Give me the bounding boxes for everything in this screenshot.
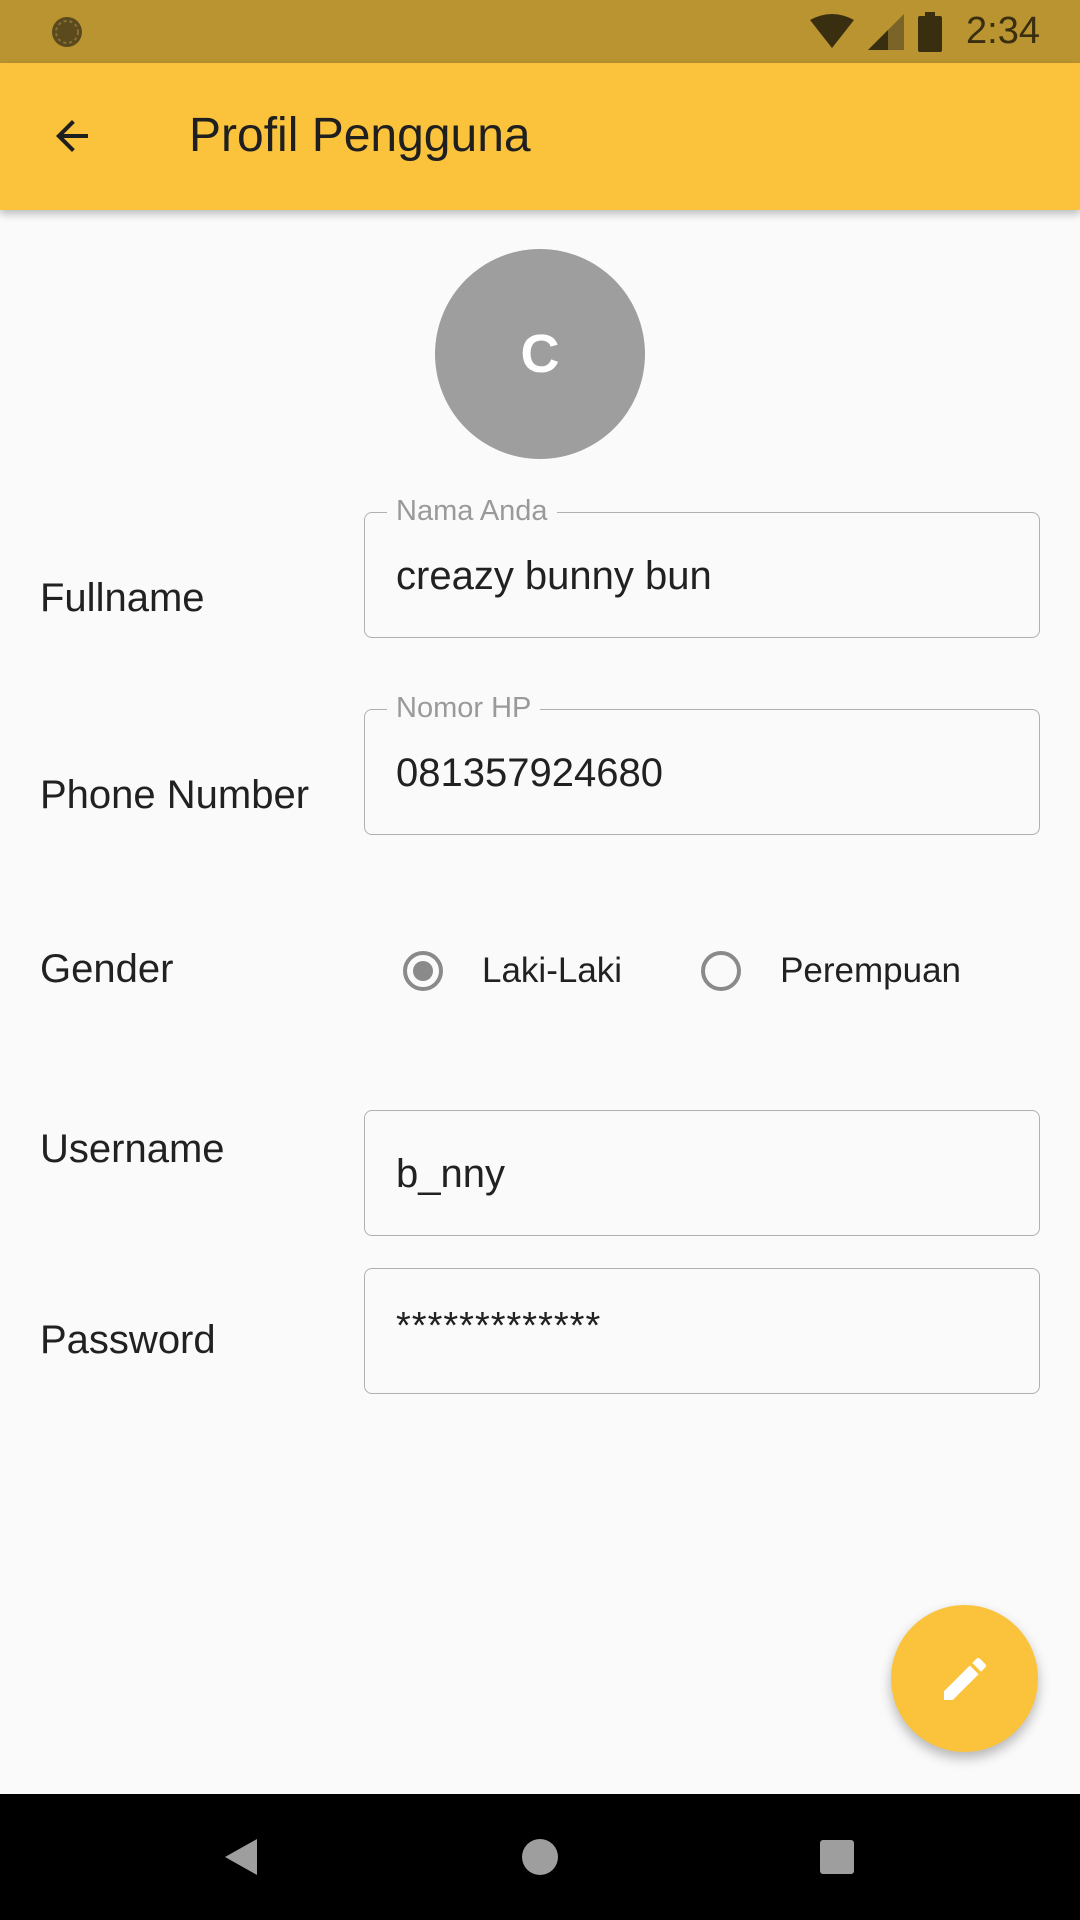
gender-radio-group: Laki-Laki Perempuan	[403, 943, 961, 999]
edit-fab-button[interactable]	[891, 1605, 1038, 1752]
nav-recents-icon	[820, 1840, 854, 1874]
radio-label-laki-laki: Laki-Laki	[482, 951, 623, 990]
edit-pencil-icon	[943, 1657, 986, 1700]
sync-icon	[52, 17, 82, 47]
phone-field[interactable]: Nomor HP 081357924680	[364, 690, 1040, 835]
username-label: Username	[40, 1127, 225, 1171]
fullname-label: Fullname	[40, 576, 205, 620]
navigation-bar	[0, 1794, 1080, 1920]
password-field[interactable]: *************	[364, 1268, 1040, 1394]
signal-icon	[868, 13, 905, 50]
gender-label: Gender	[40, 947, 174, 991]
radio-button-unselected[interactable]	[701, 951, 742, 991]
fullname-field[interactable]: Nama Anda creazy bunny bun	[364, 493, 1040, 638]
username-value: b_nny	[396, 1151, 505, 1196]
password-value: *************	[396, 1305, 602, 1347]
phone-label: Phone Number	[40, 773, 310, 817]
arrow-back-icon	[56, 120, 88, 152]
radio-label-perempuan: Perempuan	[780, 951, 962, 990]
radio-option-perempuan[interactable]: Perempuan	[701, 951, 961, 991]
wifi-icon	[810, 13, 855, 48]
radio-option-laki-laki[interactable]: Laki-Laki	[403, 951, 622, 991]
phone-value: 081357924680	[396, 750, 663, 795]
radio-dot	[413, 961, 433, 981]
page-title: Profil Pengguna	[189, 109, 531, 162]
nav-back-icon	[225, 1839, 257, 1875]
status-time: 2:34	[966, 10, 1040, 52]
back-button[interactable]	[32, 96, 112, 176]
fullname-value: creazy bunny bun	[396, 553, 712, 598]
username-field[interactable]: b_nny	[364, 1110, 1040, 1236]
app-bar: Profil Pengguna	[0, 63, 1080, 210]
radio-button-selected[interactable]	[403, 951, 443, 991]
nav-recents-button[interactable]	[807, 1827, 867, 1887]
password-label: Password	[40, 1318, 216, 1362]
nav-home-button[interactable]	[510, 1827, 570, 1887]
battery-icon	[918, 11, 943, 52]
nav-back-button[interactable]	[211, 1827, 271, 1887]
status-bar: 2:34	[0, 0, 1080, 63]
status-icons: 2:34	[810, 0, 1040, 63]
avatar-initial: C	[520, 324, 560, 384]
avatar: C	[435, 249, 645, 459]
nav-home-icon	[522, 1839, 558, 1875]
